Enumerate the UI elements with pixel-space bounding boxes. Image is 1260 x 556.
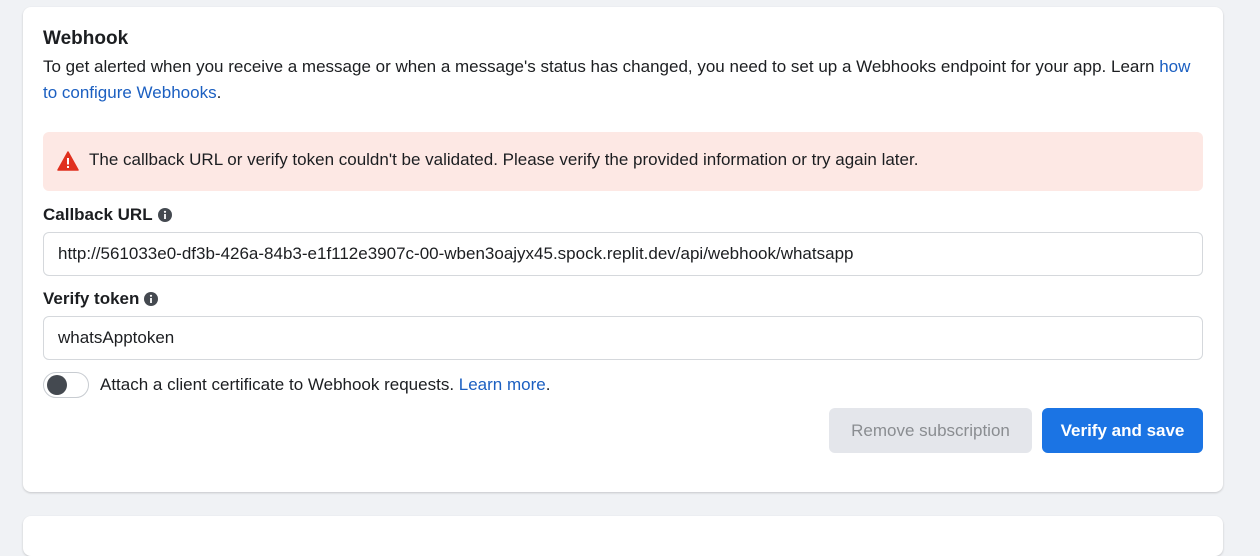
callback-url-label-text: Callback URL bbox=[43, 205, 153, 224]
verify-and-save-button[interactable]: Verify and save bbox=[1042, 408, 1203, 453]
certificate-toggle-text: Attach a client certificate to Webhook r… bbox=[100, 375, 459, 394]
toggle-knob bbox=[47, 375, 67, 395]
webhook-description: To get alerted when you receive a messag… bbox=[43, 54, 1193, 106]
verify-token-label: Verify token bbox=[43, 289, 159, 309]
info-icon[interactable] bbox=[157, 208, 172, 222]
certificate-toggle-label: Attach a client certificate to Webhook r… bbox=[100, 375, 550, 395]
info-icon[interactable] bbox=[144, 292, 159, 306]
webhook-title: Webhook bbox=[43, 28, 129, 49]
learn-more-link[interactable]: Learn more bbox=[459, 375, 546, 394]
warning-icon bbox=[57, 150, 79, 171]
remove-subscription-button[interactable]: Remove subscription bbox=[829, 408, 1032, 453]
certificate-toggle-suffix: . bbox=[545, 375, 551, 394]
alert-message: The callback URL or verify token couldn'… bbox=[89, 149, 919, 169]
verify-token-label-text: Verify token bbox=[43, 289, 140, 308]
callback-url-label: Callback URL bbox=[43, 205, 172, 225]
certificate-toggle-row: Attach a client certificate to Webhook r… bbox=[43, 372, 550, 398]
description-suffix: . bbox=[216, 83, 222, 102]
certificate-toggle[interactable] bbox=[43, 372, 89, 398]
callback-url-input[interactable] bbox=[43, 232, 1203, 276]
description-text: To get alerted when you receive a messag… bbox=[43, 57, 1160, 76]
verify-token-input[interactable] bbox=[43, 316, 1203, 360]
next-card bbox=[23, 516, 1223, 556]
webhook-card: Webhook To get alerted when you receive … bbox=[23, 7, 1223, 492]
error-alert: The callback URL or verify token couldn'… bbox=[43, 132, 1203, 191]
